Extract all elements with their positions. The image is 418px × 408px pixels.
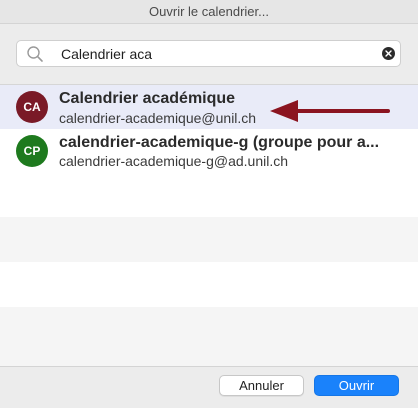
result-name: Calendrier académique [59,90,236,107]
empty-row [0,307,418,366]
avatar-initials: CP [23,144,41,158]
avatar: CA [16,91,48,123]
result-row[interactable]: CP calendrier-academique-g (groupe pour … [0,129,418,173]
clear-search-icon[interactable] [382,47,395,60]
red-arrow-annotation [270,100,390,122]
results-list: CA Calendrier académique calendrier-acad… [0,84,418,366]
result-name: calendrier-academique-g (groupe pour a..… [59,134,380,151]
avatar-initials: CA [23,100,41,114]
empty-row [0,173,418,217]
window-title: Ouvrir le calendrier... [149,4,269,19]
open-button[interactable]: Ouvrir [314,375,399,396]
cancel-button[interactable]: Annuler [219,375,304,396]
window-title-bar: Ouvrir le calendrier... [0,0,418,24]
result-email: calendrier-academique@unil.ch [59,110,257,126]
avatar: CP [16,135,48,167]
search-field[interactable] [16,40,401,67]
empty-row [0,262,418,307]
dialog-footer: Annuler Ouvrir [0,366,418,408]
result-email: calendrier-academique-g@ad.unil.ch [59,153,289,169]
search-icon [27,46,43,62]
search-input[interactable] [61,43,381,64]
empty-row [0,217,418,262]
